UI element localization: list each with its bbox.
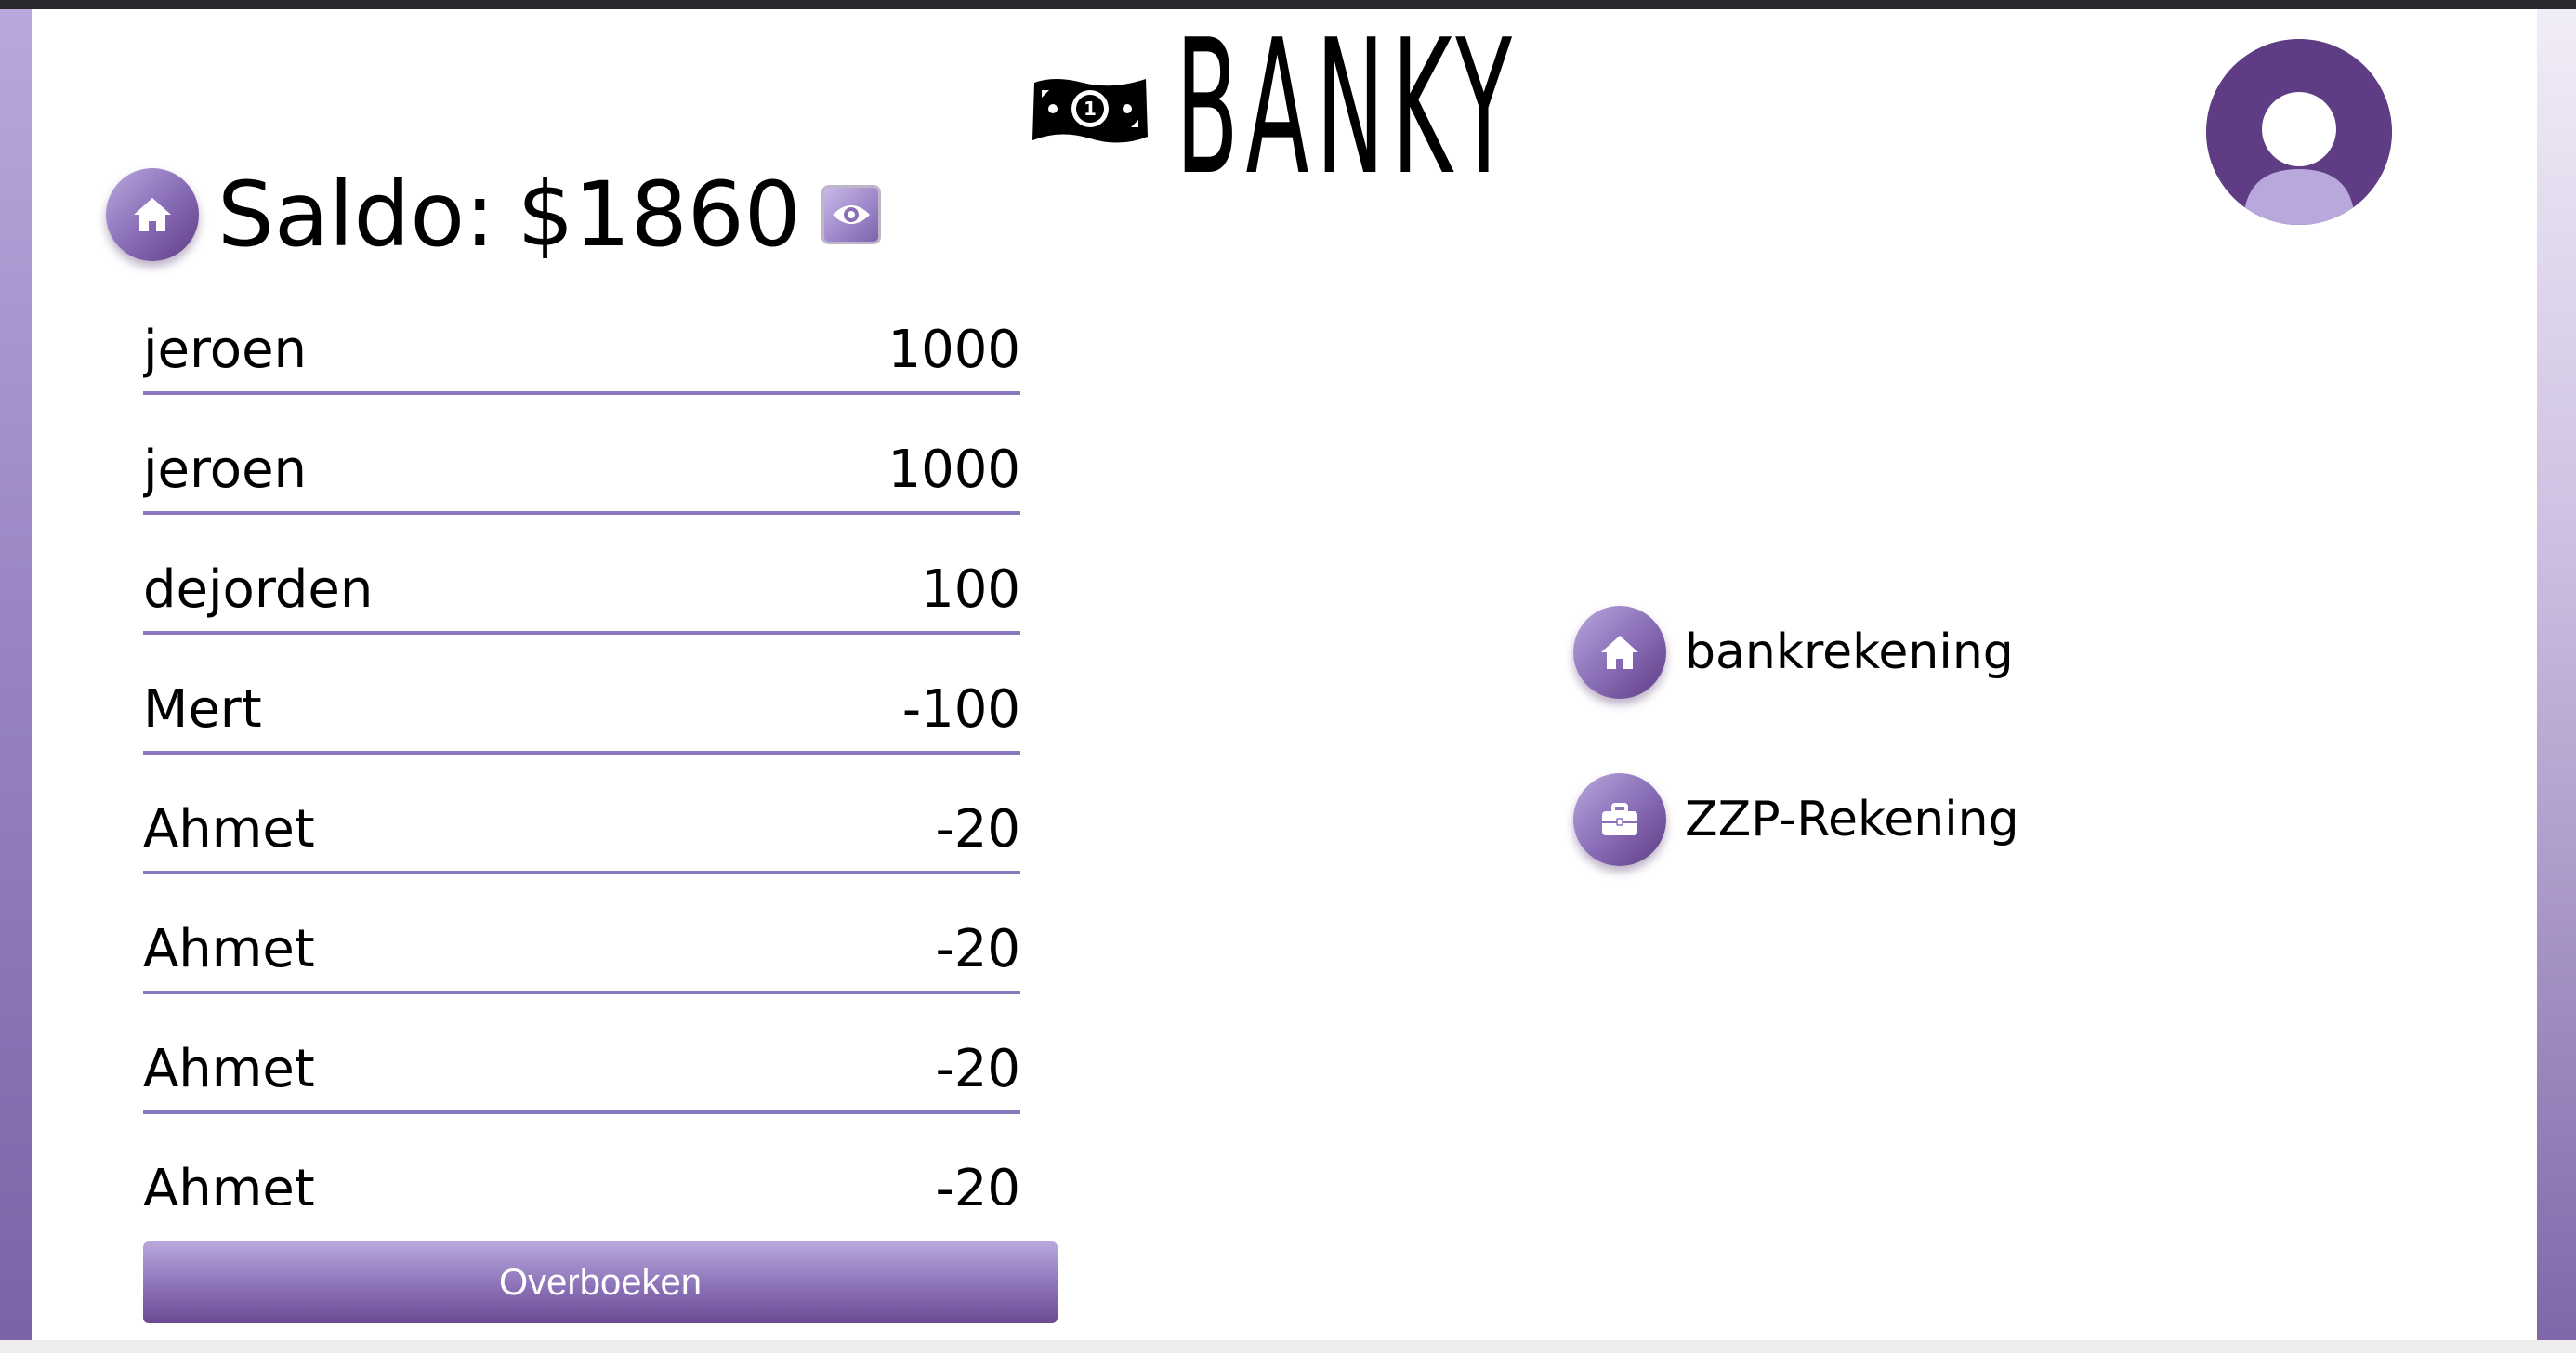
transaction-amount: 100 (921, 559, 1020, 620)
transaction-amount: -20 (935, 1159, 1020, 1205)
transaction-name: dejorden (143, 559, 374, 620)
row-divider (143, 631, 1020, 635)
transaction-list[interactable]: jeroen 1000 jeroen 1000 dejorden 100 Mer… (143, 297, 1020, 1205)
transaction-name: Ahmet (143, 1159, 315, 1205)
transaction-name: Ahmet (143, 1039, 315, 1099)
account-icon-button[interactable] (1573, 606, 1666, 699)
home-button[interactable] (106, 168, 199, 261)
account-zzp-rekening[interactable]: ZZP-Rekening (1573, 773, 2019, 866)
balance-value: $1860 (517, 163, 801, 267)
transaction-row: Ahmet -20 (143, 777, 1020, 897)
home-icon (1601, 636, 1638, 669)
transaction-amount: 1000 (887, 440, 1020, 500)
bill-digit: 1 (1084, 98, 1097, 120)
briefcase-icon (1602, 803, 1637, 835)
transaction-row: Ahmet -20 (143, 1017, 1020, 1136)
row-divider (143, 751, 1020, 755)
left-gradient-border (0, 9, 32, 1353)
bottom-border (0, 1340, 2576, 1353)
transaction-name: jeroen (143, 320, 308, 380)
account-label: bankrekening (1685, 624, 2014, 680)
row-divider (143, 991, 1020, 994)
balance-label: Saldo: (217, 163, 495, 267)
transaction-amount: -20 (935, 1039, 1020, 1099)
transfer-button[interactable]: Overboeken (143, 1241, 1058, 1323)
row-divider (143, 511, 1020, 515)
app-window: 1 BANKY Saldo: $1860 jeroen 1000 jeroen … (0, 0, 2576, 1353)
account-bankrekening[interactable]: bankrekening (1573, 606, 2014, 699)
account-icon-button[interactable] (1573, 773, 1666, 866)
transaction-row: Ahmet -20 (143, 897, 1020, 1017)
transaction-row: Mert -100 (143, 657, 1020, 777)
balance-display: Saldo: $1860 (217, 163, 801, 267)
transaction-amount: -20 (935, 919, 1020, 979)
user-icon (2206, 39, 2392, 225)
logo-text: BANKY (1176, 0, 1519, 217)
transaction-name: Ahmet (143, 799, 315, 860)
eye-icon (832, 205, 870, 224)
banky-logo: 1 BANKY (1027, 0, 1800, 217)
transaction-name: Ahmet (143, 919, 315, 979)
home-icon (134, 198, 171, 231)
row-divider (143, 1110, 1020, 1114)
transaction-row: dejorden 100 (143, 537, 1020, 657)
transaction-row: Ahmet -20 (143, 1136, 1020, 1205)
row-divider (143, 391, 1020, 395)
transaction-name: Mert (143, 679, 262, 740)
transaction-name: jeroen (143, 440, 308, 500)
right-gradient-border (2537, 9, 2576, 1353)
money-bill-icon: 1 (1032, 79, 1148, 143)
row-divider (143, 871, 1020, 874)
account-label: ZZP-Rekening (1685, 792, 2019, 847)
toggle-balance-visibility-button[interactable] (821, 185, 881, 244)
balance-header: Saldo: $1860 (106, 163, 881, 267)
transaction-row: jeroen 1000 (143, 297, 1020, 417)
transaction-amount: 1000 (887, 320, 1020, 380)
transaction-amount: -100 (901, 679, 1020, 740)
transaction-amount: -20 (935, 799, 1020, 860)
transaction-row: jeroen 1000 (143, 417, 1020, 537)
user-avatar[interactable] (2206, 39, 2392, 225)
